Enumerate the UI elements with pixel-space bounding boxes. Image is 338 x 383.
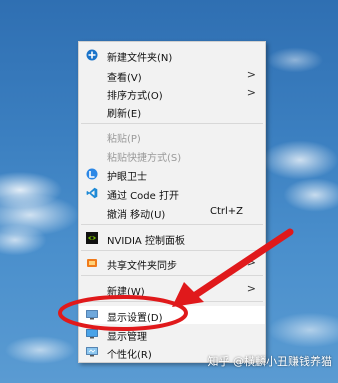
chevron-right-icon: > [246,86,256,99]
menu-item-label: 查看(V) [107,73,142,84]
watermark: 知乎 @横麟小丑赚钱养猫 [207,355,333,368]
menu-item-open-with-code[interactable]: 通过 Code 打开 [79,184,265,202]
menu-item-sort-by[interactable]: 排序方式(O) > [79,84,265,102]
menu-item-label: 排序方式(O) [107,91,163,102]
chevron-right-icon: > [246,256,256,269]
menu-item-new[interactable]: 新建(W) > [79,280,265,298]
menu-item-display-manager[interactable]: 显示管理 [79,325,265,343]
menu-item-label: 个性化(R) [107,350,152,361]
menu-item-label: 显示设置(D) [107,313,163,324]
chevron-right-icon: > [246,68,256,81]
menu-item-paste[interactable]: 粘贴(P) [79,127,265,145]
context-menu: 新建文件夹(N) 查看(V) > 排序方式(O) > 刷新(E) 粘贴(P) 粘… [78,41,266,363]
menu-separator [81,123,263,124]
eye-guard-icon [86,168,98,180]
new-folder-icon [86,49,98,61]
menu-item-label: 显示管理 [107,332,147,343]
display-icon [86,310,98,320]
menu-item-view[interactable]: 查看(V) > [79,66,265,84]
menu-separator [81,224,263,225]
vscode-icon [86,187,98,199]
menu-item-refresh[interactable]: 刷新(E) [79,102,265,120]
menu-separator [81,275,263,276]
menu-item-label: 撤消 移动(U) [107,210,166,221]
menu-separator [81,301,263,302]
menu-item-paste-shortcut[interactable]: 粘贴快捷方式(S) [79,146,265,164]
menu-separator [81,250,263,251]
menu-item-undo-move[interactable]: 撤消 移动(U) Ctrl+Z [79,203,265,221]
nvidia-icon [86,232,98,244]
menu-item-label: 粘贴快捷方式(S) [107,153,182,164]
menu-item-eye-guard[interactable]: 护眼卫士 [79,165,265,183]
menu-item-shortcut: Ctrl+Z [209,206,243,217]
menu-item-shared-folder-sync[interactable]: 共享文件夹同步 > [79,254,265,272]
chevron-right-icon: > [246,282,256,295]
menu-item-label: 护眼卫士 [107,172,147,183]
menu-item-label: 共享文件夹同步 [107,261,177,272]
menu-item-new-folder[interactable]: 新建文件夹(N) [79,46,265,64]
sync-folder-icon [87,259,97,267]
menu-item-label: 通过 Code 打开 [107,191,179,202]
menu-item-label: 新建文件夹(N) [107,53,173,64]
menu-item-display-settings[interactable]: 显示设置(D) [79,306,265,324]
display-manager-icon [86,329,98,339]
menu-item-label: NVIDIA 控制面板 [107,236,185,247]
menu-item-nvidia-control-panel[interactable]: NVIDIA 控制面板 [79,229,265,247]
personalize-icon [86,347,98,357]
menu-item-label: 新建(W) [107,287,145,298]
menu-item-label: 粘贴(P) [107,134,141,145]
menu-item-label: 刷新(E) [107,109,142,120]
